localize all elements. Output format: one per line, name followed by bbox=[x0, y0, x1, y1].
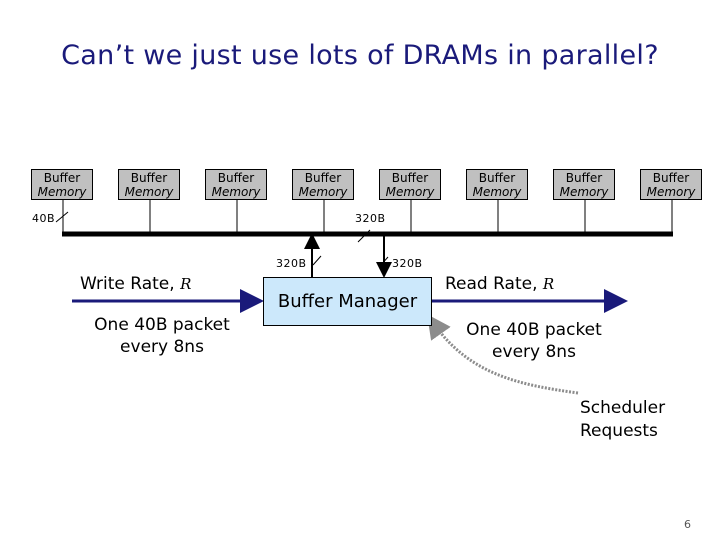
scheduler-requests-label: Scheduler Requests bbox=[580, 397, 665, 443]
buffer-memory-line2: Memory bbox=[298, 185, 348, 199]
write-rate-text: Write Rate, bbox=[80, 274, 181, 294]
write-note-line1: One 40B packet bbox=[94, 315, 230, 335]
buffer-memory-line2: Memory bbox=[211, 185, 261, 199]
buffer-memory-box: Buffer Memory bbox=[31, 169, 93, 200]
width-label-40b: 40B bbox=[32, 212, 56, 225]
write-rate-var: R bbox=[180, 275, 192, 293]
scheduler-line1: Scheduler bbox=[580, 398, 666, 418]
read-rate-var: R bbox=[542, 275, 555, 293]
buffer-memory-line1: Buffer bbox=[565, 171, 603, 185]
scheduler-line2: Requests bbox=[580, 421, 658, 441]
read-rate-note: One 40B packet every 8ns bbox=[444, 319, 624, 363]
read-note-line1: One 40B packet bbox=[466, 320, 602, 340]
buffer-memory-line2: Memory bbox=[472, 185, 522, 199]
read-note-line2: every 8ns bbox=[492, 342, 576, 362]
buffer-memory-box: Buffer Memory bbox=[205, 169, 267, 200]
buffer-memory-line1: Buffer bbox=[391, 171, 429, 185]
buffer-memory-line1: Buffer bbox=[478, 171, 516, 185]
width-label-read-path: 320B bbox=[392, 257, 423, 270]
write-rate-label: Write Rate, R bbox=[80, 274, 191, 294]
buffer-memory-line2: Memory bbox=[559, 185, 609, 199]
buffer-memory-box: Buffer Memory bbox=[379, 169, 441, 200]
buffer-memory-line2: Memory bbox=[37, 185, 87, 199]
buffer-memory-box: Buffer Memory bbox=[118, 169, 180, 200]
buffer-memory-line1: Buffer bbox=[130, 171, 168, 185]
buffer-memory-box: Buffer Memory bbox=[640, 169, 702, 200]
buffer-memory-line1: Buffer bbox=[304, 171, 342, 185]
diagram-lines bbox=[55, 200, 673, 395]
buffer-memory-line2: Memory bbox=[385, 185, 435, 199]
read-rate-text: Read Rate, bbox=[445, 274, 543, 294]
page-number: 6 bbox=[684, 518, 691, 531]
width-slash-40b bbox=[55, 211, 69, 223]
write-rate-note: One 40B packet every 8ns bbox=[72, 314, 252, 358]
buffer-memory-line1: Buffer bbox=[217, 171, 255, 185]
write-note-line2: every 8ns bbox=[120, 337, 204, 357]
buffer-memory-box: Buffer Memory bbox=[466, 169, 528, 200]
width-label-bus: 320B bbox=[355, 212, 386, 225]
buffer-manager-box: Buffer Manager bbox=[263, 277, 432, 326]
buffer-memory-box: Buffer Memory bbox=[553, 169, 615, 200]
buffer-memory-line2: Memory bbox=[124, 185, 174, 199]
width-slash-write bbox=[312, 255, 322, 266]
width-label-write-path: 320B bbox=[276, 257, 307, 270]
read-rate-label: Read Rate, R bbox=[445, 274, 554, 294]
buffer-memory-line2: Memory bbox=[646, 185, 696, 199]
buffer-memory-box: Buffer Memory bbox=[292, 169, 354, 200]
buffer-memory-line1: Buffer bbox=[652, 171, 690, 185]
buffer-memory-line1: Buffer bbox=[43, 171, 81, 185]
